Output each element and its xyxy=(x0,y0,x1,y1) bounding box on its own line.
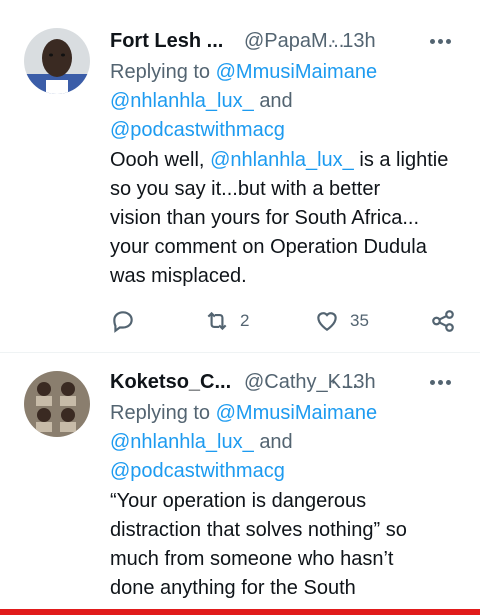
tweet-1[interactable]: Fort Lesh ... @PapaM... · 13h Replying t… xyxy=(0,0,480,352)
text-line: distraction that solves nothing” so xyxy=(110,519,407,541)
mention-link[interactable]: @podcastwithmacg xyxy=(110,119,285,141)
share-icon xyxy=(432,310,454,332)
retweet-icon xyxy=(207,311,227,331)
more-icon[interactable] xyxy=(430,26,458,56)
retweet-count: 2 xyxy=(240,311,250,330)
share-button[interactable] xyxy=(430,306,466,336)
bottom-red-bar xyxy=(0,609,480,615)
text-part: is a lightie xyxy=(359,149,449,171)
text-line: done anything for the South xyxy=(110,577,356,599)
tweet-text: Oooh well, @nhlanhla_lux_ is a lightie s… xyxy=(110,146,470,291)
like-button[interactable]: 35 xyxy=(314,306,369,336)
mention-link[interactable]: @nhlanhla_lux_ xyxy=(110,90,254,112)
retweet-button[interactable]: 2 xyxy=(204,306,249,336)
and-label: and xyxy=(259,90,293,112)
avatar-koketso[interactable] xyxy=(24,371,90,437)
mention-link[interactable]: @podcastwithmacg xyxy=(110,460,285,482)
display-name[interactable]: Fort Lesh ... xyxy=(110,26,223,56)
text-line: much from someone who hasn’t xyxy=(110,548,394,570)
reply-icon xyxy=(113,311,133,333)
text-line: vision than yours for South Africa... xyxy=(110,207,420,229)
tweet-2[interactable]: Koketso_C... @Cathy_K... · 13h Replying … xyxy=(0,353,480,615)
text-line: your comment on Operation Dudula xyxy=(110,236,427,258)
mention-link[interactable]: @nhlanhla_lux_ xyxy=(110,431,254,453)
like-icon xyxy=(317,312,337,331)
text-line: was misplaced. xyxy=(110,265,247,287)
text-part: Oooh well, xyxy=(110,149,205,171)
mention-link[interactable]: @MmusiMaimane xyxy=(216,402,377,424)
reply-context: Replying to @MmusiMaimane @nhlanhla_lux_… xyxy=(110,58,470,145)
reply-context: Replying to @MmusiMaimane @nhlanhla_lux_… xyxy=(110,399,470,486)
display-name[interactable]: Koketso_C... xyxy=(110,367,231,397)
mention-link[interactable]: @MmusiMaimane xyxy=(216,61,377,83)
timestamp[interactable]: · 13h xyxy=(330,367,376,397)
text-line: so you say it...but with a better xyxy=(110,178,381,200)
timestamp[interactable]: · 13h xyxy=(330,26,376,56)
avatar-fort-lesh[interactable] xyxy=(24,28,90,94)
like-count: 35 xyxy=(350,311,369,330)
action-bar: 2 35 xyxy=(110,306,470,336)
reply-button[interactable] xyxy=(110,306,146,336)
replying-label: Replying to xyxy=(110,61,211,83)
replying-label: Replying to xyxy=(110,402,211,424)
and-label: and xyxy=(259,431,293,453)
text-line: “Your operation is dangerous xyxy=(110,490,367,512)
more-icon[interactable] xyxy=(430,367,458,397)
mention-link[interactable]: @nhlanhla_lux_ xyxy=(210,149,354,171)
tweet-text: “Your operation is dangerous distraction… xyxy=(110,487,470,603)
